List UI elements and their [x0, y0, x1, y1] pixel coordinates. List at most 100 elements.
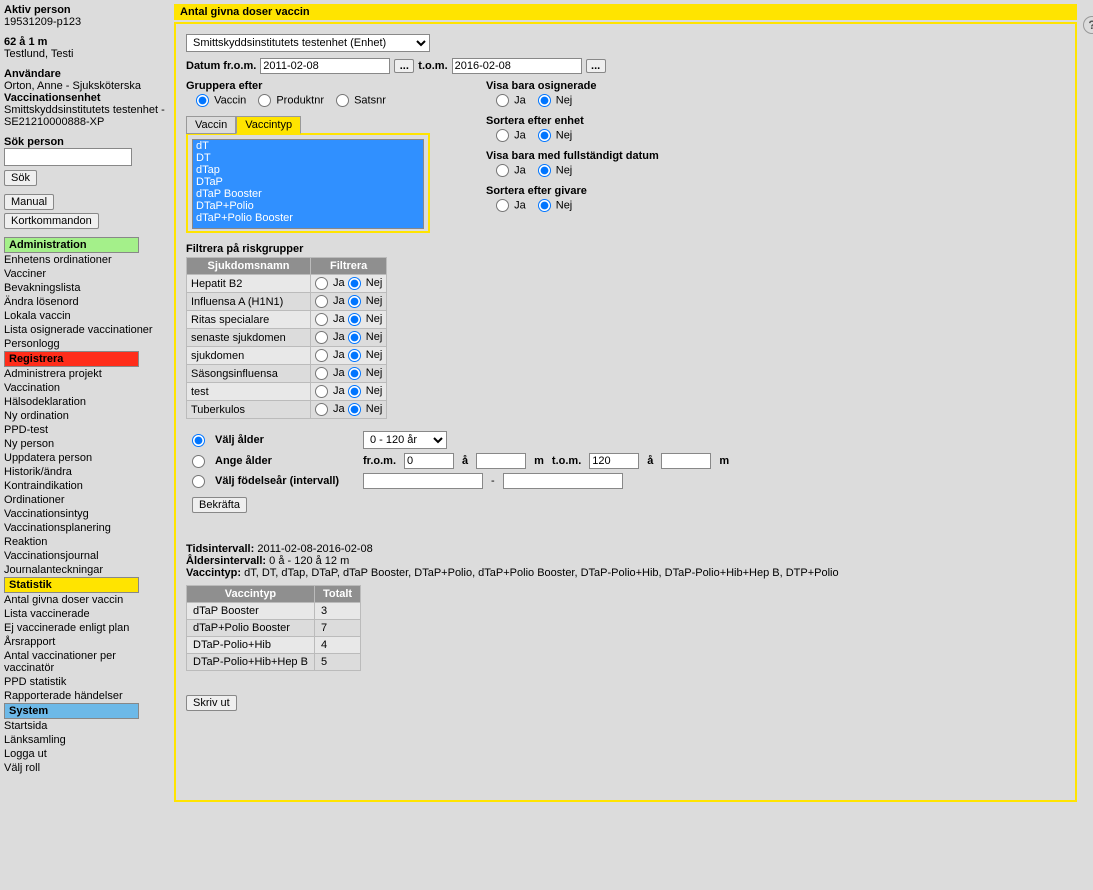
active-person-id: 19531209-p123 [4, 16, 81, 28]
nav-link[interactable]: Bevakningslista [4, 281, 166, 295]
full-date-ja[interactable]: Ja [496, 164, 526, 177]
list-item[interactable]: DT [193, 152, 423, 164]
group-satsnr[interactable]: Satsnr [336, 94, 386, 107]
age-valj-label: Välj ålder [215, 434, 355, 446]
date-from-input[interactable] [260, 58, 390, 74]
nav-link[interactable]: Vacciner [4, 267, 166, 281]
list-item[interactable]: DTaP [193, 176, 423, 188]
age-valj-radio[interactable] [192, 434, 205, 447]
user-value: Orton, Anne - Sjuksköterska [4, 80, 141, 92]
nav-link[interactable]: Lokala vaccin [4, 309, 166, 323]
date-from-picker[interactable]: ... [394, 59, 414, 73]
page-title: Antal givna doser vaccin [174, 4, 1077, 20]
search-input[interactable] [4, 148, 132, 166]
nav-link[interactable]: Personlogg [4, 337, 166, 351]
date-to-input[interactable] [452, 58, 582, 74]
nav-link[interactable]: Vaccinationsplanering [4, 521, 166, 535]
nav-link[interactable]: Enhetens ordinationer [4, 253, 166, 267]
nav-link[interactable]: Ej vaccinerade enligt plan [4, 621, 166, 635]
main: Antal givna doser vaccin ? Smittskyddsin… [170, 0, 1093, 806]
risk-filter: Ja Nej [311, 365, 387, 383]
nav-link[interactable]: Välj roll [4, 761, 166, 775]
nav-link[interactable]: Hälsodeklaration [4, 395, 166, 409]
age-to-years[interactable] [589, 453, 639, 469]
nav-link[interactable]: PPD-test [4, 423, 166, 437]
nav-link[interactable]: Journalanteckningar [4, 563, 166, 577]
risk-label: Filtrera på riskgrupper [186, 243, 1065, 255]
nav-link[interactable]: Antal givna doser vaccin [4, 593, 166, 607]
sort-unit-nej[interactable]: Nej [538, 129, 573, 142]
nav-link[interactable]: Lista vaccinerade [4, 607, 166, 621]
risk-name: test [187, 383, 311, 401]
list-item[interactable]: dTaP+Polio Booster [193, 212, 423, 224]
nav-link[interactable]: Vaccination [4, 381, 166, 395]
group-produktnr[interactable]: Produktnr [258, 94, 324, 107]
unsigned-nej[interactable]: Nej [538, 94, 573, 107]
search-button[interactable]: Sök [4, 170, 37, 186]
sort-unit-ja[interactable]: Ja [496, 129, 526, 142]
nav-link[interactable]: Historik/ändra [4, 465, 166, 479]
group-vaccin[interactable]: Vaccin [196, 94, 246, 107]
nav-link[interactable]: Lista osignerade vaccinationer [4, 323, 166, 337]
birth-to[interactable] [503, 473, 623, 489]
print-button[interactable]: Skriv ut [186, 695, 237, 711]
nav-link[interactable]: Ändra lösenord [4, 295, 166, 309]
help-icon[interactable]: ? [1083, 16, 1093, 34]
risk-col-filter: Filtrera [311, 258, 387, 275]
nav-link[interactable]: Reaktion [4, 535, 166, 549]
nav-reg-links: Administrera projektVaccinationHälsodekl… [4, 367, 166, 577]
active-person-label: Aktiv person [4, 4, 71, 16]
list-item[interactable]: dTap [193, 164, 423, 176]
full-date-label: Visa bara med fullständigt datum [486, 150, 659, 162]
nav-link[interactable]: PPD statistik [4, 675, 166, 689]
nav-link[interactable]: Kontraindikation [4, 479, 166, 493]
full-date-nej[interactable]: Nej [538, 164, 573, 177]
age-birth-radio[interactable] [192, 475, 205, 488]
risk-filter: Ja Nej [311, 311, 387, 329]
nav-link[interactable]: Logga ut [4, 747, 166, 761]
age-from-years[interactable] [404, 453, 454, 469]
manual-button[interactable]: Manual [4, 194, 54, 210]
tab-vaccin[interactable]: Vaccin [186, 116, 236, 134]
nav-link[interactable]: Rapporterade händelser [4, 689, 166, 703]
age-birth-label: Välj födelseår (intervall) [215, 475, 355, 487]
age-from-months[interactable] [476, 453, 526, 469]
result-tbody: dTaP Booster3dTaP+Polio Booster7DTaP-Pol… [187, 603, 361, 671]
shortcuts-button[interactable]: Kortkommandon [4, 213, 99, 229]
nav-section-admin: Administration [4, 237, 139, 253]
nav-link[interactable]: Årsrapport [4, 635, 166, 649]
unsigned-ja[interactable]: Ja [496, 94, 526, 107]
birth-from[interactable] [363, 473, 483, 489]
age-to-months[interactable] [661, 453, 711, 469]
unit-select[interactable]: Smittskyddsinstitutets testenhet (Enhet) [186, 34, 430, 52]
age-range-select[interactable]: 0 - 120 år [363, 431, 447, 449]
risk-filter: Ja Nej [311, 401, 387, 419]
tab-vaccintyp[interactable]: Vaccintyp [236, 116, 301, 134]
date-to-picker[interactable]: ... [586, 59, 606, 73]
age-ange-radio[interactable] [192, 455, 205, 468]
nav-link[interactable]: Vaccinationsintyg [4, 507, 166, 521]
nav-link[interactable]: Ordinationer [4, 493, 166, 507]
sort-giver-ja[interactable]: Ja [496, 199, 526, 212]
sort-giver-nej[interactable]: Nej [538, 199, 573, 212]
nav-link[interactable]: Antal vaccinationer per vaccinatör [4, 649, 166, 675]
nav-sys-links: StartsidaLänksamlingLogga utVälj roll [4, 719, 166, 775]
nav-link[interactable]: Uppdatera person [4, 451, 166, 465]
nav-section-reg: Registrera [4, 351, 139, 367]
nav-link[interactable]: Vaccinationsjournal [4, 549, 166, 563]
list-item[interactable]: dTaP Booster [193, 188, 423, 200]
age-ange-label: Ange ålder [215, 455, 355, 467]
confirm-button[interactable]: Bekräfta [192, 497, 247, 513]
vaccintyp-listbox[interactable]: dTDTdTapDTaPdTaP BoosterDTaP+PoliodTaP+P… [192, 139, 424, 229]
list-item[interactable]: DTaP+Polio [193, 200, 423, 212]
nav-link[interactable]: Ny ordination [4, 409, 166, 423]
nav-link[interactable]: Länksamling [4, 733, 166, 747]
nav-section-stat: Statistik [4, 577, 139, 593]
nav-link[interactable]: Ny person [4, 437, 166, 451]
sidebar: Aktiv person 19531209-p123 62 å 1 m Test… [0, 0, 170, 806]
list-item[interactable]: dT [193, 140, 423, 152]
user-label: Användare [4, 68, 61, 80]
nav-link[interactable]: Administrera projekt [4, 367, 166, 381]
risk-name: Influensa A (H1N1) [187, 293, 311, 311]
nav-link[interactable]: Startsida [4, 719, 166, 733]
